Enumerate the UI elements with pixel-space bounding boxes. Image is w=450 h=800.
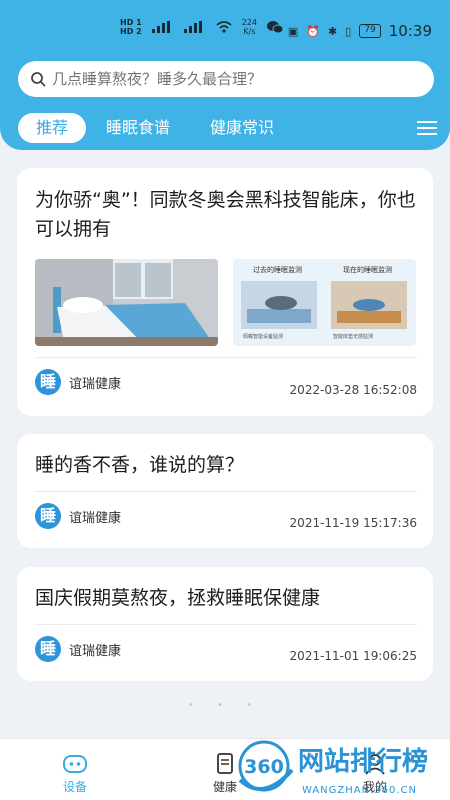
- source-name: 谊瑞健康: [69, 643, 122, 659]
- category-tabs: 推荐 睡眠食谱 健康常识: [18, 113, 438, 143]
- tab-sleep-recipes[interactable]: 睡眠食谱: [106, 113, 170, 143]
- source-name: 谊瑞健康: [69, 510, 122, 526]
- vibrate-icon: ▯: [345, 24, 352, 38]
- device-icon: [63, 755, 87, 773]
- net-speed-unit: K/s: [243, 27, 256, 36]
- search-input[interactable]: [52, 70, 412, 88]
- article-title[interactable]: 为你骄“奥”！同款冬奥会黑科技智能床，你也可以拥有: [35, 186, 417, 244]
- thumb-caption-left: 过去的睡眠监测: [253, 266, 302, 274]
- thumb-note-left: 佩戴智能设备监测: [243, 334, 284, 340]
- watermark-title: 网站排行榜: [298, 746, 428, 777]
- status-left: HD 1 HD 2 224 K/s: [120, 18, 283, 36]
- status-bar: HD 1 HD 2 224 K/s ▣ ⏰ ✱ ▯ 79 10:39: [0, 0, 450, 52]
- net-speed: 224: [241, 18, 257, 27]
- article-card[interactable]: 睡的香不香，谁说的算？ 睡 谊瑞健康 2021-11-19 15:17:36: [17, 434, 433, 548]
- watermark-url: WANGZHAN.360.CN: [302, 785, 417, 796]
- article-date: 2022-03-28 16:52:08: [289, 383, 417, 397]
- article-card[interactable]: 为你骄“奥”！同款冬奥会黑科技智能床，你也可以拥有 过去的睡眠监测 现在的睡眠监…: [17, 168, 433, 416]
- article-title[interactable]: 国庆假期莫熬夜，拯救睡眠保健康: [35, 584, 417, 613]
- loading-indicator: • • •: [187, 700, 263, 711]
- article-thumbnail-comparison: 过去的睡眠监测 现在的睡眠监测 佩戴智能设备监测 智能床垫无感监测: [233, 259, 416, 346]
- watermark-badge: 360: [244, 756, 284, 778]
- article-source: 睡 谊瑞健康: [35, 636, 121, 662]
- search-bar[interactable]: [18, 61, 434, 97]
- status-right: ▣ ⏰ ✱ ▯ 79 10:39: [288, 22, 432, 40]
- watermark-360: 360 网站排行榜 WANGZHAN.360.CN: [232, 740, 447, 800]
- tab-health-knowledge[interactable]: 健康常识: [210, 113, 274, 143]
- article-date: 2021-11-01 19:06:25: [289, 649, 417, 663]
- sim2-indicator: HD 2: [120, 27, 142, 36]
- wifi-icon: [216, 21, 232, 33]
- watermark-graphic: 360 网站排行榜 WANGZHAN.360.CN: [238, 740, 428, 796]
- article-source: 睡 谊瑞健康: [35, 503, 121, 529]
- thumb-note-right: 智能床垫无感监测: [333, 334, 374, 340]
- tab-recommend[interactable]: 推荐: [18, 113, 87, 143]
- divider: [35, 357, 417, 358]
- signal-2-icon: [183, 21, 202, 33]
- bluetooth-icon: ✱: [328, 24, 338, 38]
- search-icon: [31, 72, 46, 87]
- clock: 10:39: [388, 22, 432, 40]
- source-logo-icon: 睡: [35, 369, 61, 395]
- wechat-icon: [266, 20, 283, 33]
- article-date: 2021-11-19 15:17:36: [289, 516, 417, 530]
- article-source: 睡 谊瑞健康: [35, 369, 121, 395]
- source-name: 谊瑞健康: [69, 376, 122, 392]
- thumb-caption-right: 现在的睡眠监测: [343, 266, 392, 274]
- alarm-icon: ⏰: [306, 24, 321, 38]
- battery-indicator: 79: [359, 24, 381, 38]
- header-bar: HD 1 HD 2 224 K/s ▣ ⏰ ✱ ▯ 79 10:39 几点睡算熬…: [0, 0, 450, 150]
- nfc-icon: ▣: [287, 24, 299, 38]
- article-card[interactable]: 国庆假期莫熬夜，拯救睡眠保健康 睡 谊瑞健康 2021-11-01 19:06:…: [17, 567, 433, 681]
- menu-icon[interactable]: [416, 118, 438, 138]
- nav-device-label: 设备: [62, 780, 87, 794]
- sim1-indicator: HD 1: [120, 18, 142, 27]
- divider: [35, 491, 417, 492]
- article-title[interactable]: 睡的香不香，谁说的算？: [35, 451, 417, 480]
- source-logo-icon: 睡: [35, 503, 61, 529]
- signal-icon: [151, 21, 170, 33]
- bedroom-image: [35, 259, 218, 346]
- divider: [35, 624, 417, 625]
- source-logo-icon: 睡: [35, 636, 61, 662]
- article-thumbnail-bed: [35, 259, 218, 346]
- nav-device[interactable]: 设备: [35, 739, 115, 800]
